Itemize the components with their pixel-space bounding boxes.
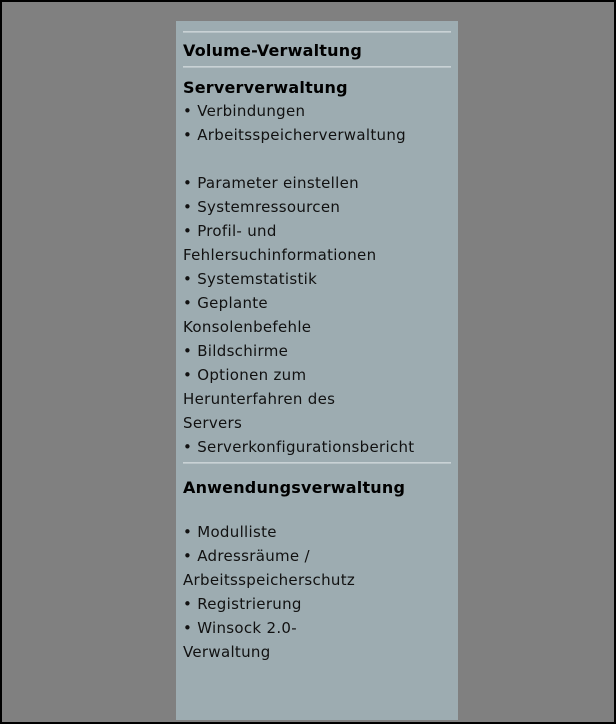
nav-link-memory-management[interactable]: • Arbeitsspeicherverwaltung [183, 123, 458, 147]
nav-link-shutdown-options-cont[interactable]: Herunterfahren des [183, 387, 458, 411]
volume-management-heading[interactable]: Volume-Verwaltung [183, 39, 458, 63]
nav-link-screens[interactable]: • Bildschirme [183, 339, 458, 363]
nav-link-scheduled-commands[interactable]: • Geplante [183, 291, 458, 315]
nav-link-scheduled-commands-cont[interactable]: Konsolenbefehle [183, 315, 458, 339]
nav-link-registry[interactable]: • Registrierung [183, 592, 458, 616]
nav-link-winsock-cont[interactable]: Verwaltung [183, 640, 458, 664]
application-management-heading[interactable]: Anwendungsverwaltung [183, 476, 458, 500]
nav-link-winsock[interactable]: • Winsock 2.0- [183, 616, 458, 640]
divider [183, 31, 451, 33]
nav-link-server-config-report[interactable]: • Serverkonfigurationsbericht [183, 435, 458, 459]
nav-link-address-spaces[interactable]: • Adressräume / [183, 544, 458, 568]
nav-link-system-statistics[interactable]: • Systemstatistik [183, 267, 458, 291]
nav-link-shutdown-options[interactable]: • Optionen zum [183, 363, 458, 387]
screenshot-frame: Volume-Verwaltung Serververwaltung • Ver… [0, 0, 616, 724]
nav-link-connections[interactable]: • Verbindungen [183, 99, 458, 123]
navigation-content: Volume-Verwaltung Serververwaltung • Ver… [183, 30, 458, 664]
nav-link-module-list[interactable]: • Modulliste [183, 520, 458, 544]
nav-link-set-parameters[interactable]: • Parameter einstellen [183, 171, 458, 195]
server-management-heading[interactable]: Serververwaltung [183, 77, 458, 99]
nav-link-system-resources[interactable]: • Systemressourcen [183, 195, 458, 219]
nav-link-profile-debug[interactable]: • Profil- und [183, 219, 458, 243]
divider [183, 462, 451, 464]
nav-link-address-spaces-cont[interactable]: Arbeitsspeicherschutz [183, 568, 458, 592]
divider [183, 66, 451, 68]
nav-link-shutdown-options-cont2[interactable]: Servers [183, 411, 458, 435]
navigation-panel: Volume-Verwaltung Serververwaltung • Ver… [176, 21, 458, 720]
nav-link-profile-debug-cont[interactable]: Fehlersuchinformationen [183, 243, 458, 267]
